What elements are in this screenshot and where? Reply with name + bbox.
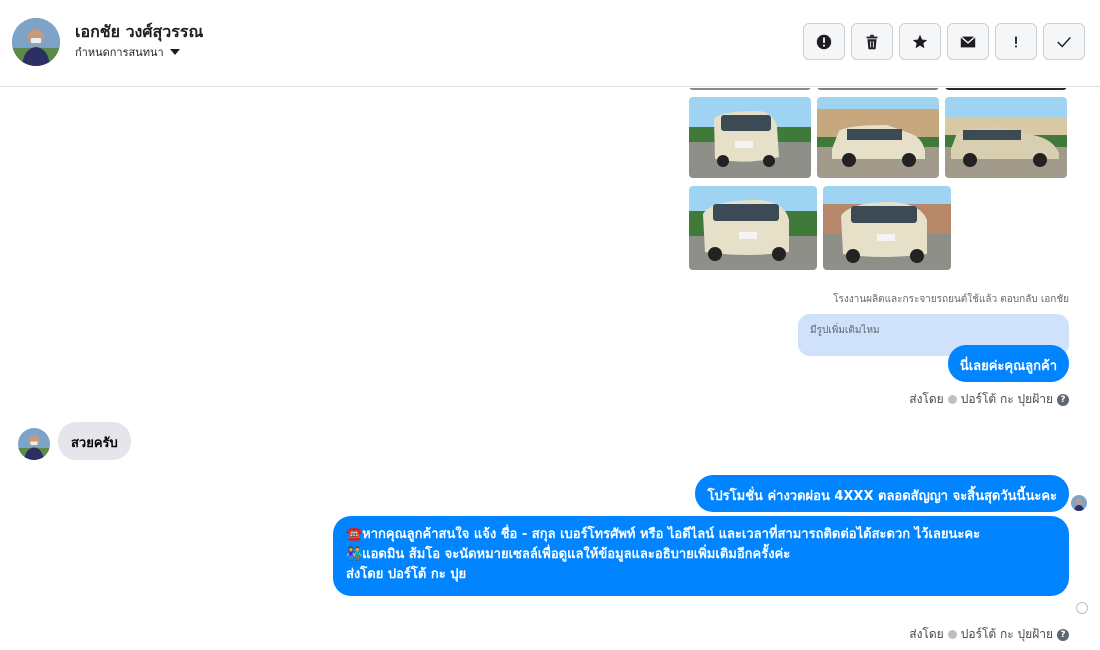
mail-icon xyxy=(960,35,976,47)
message-line: 👫แอดมิน ส้มโอ จะนัดหมายเซลล์เพื่อดูแลให้… xyxy=(346,547,791,562)
delivered-icon xyxy=(1076,602,1088,614)
conversation-header: เอกชัย วงศ์สุวรรณ กำหนดการสนทนา xyxy=(0,0,1100,87)
check-icon xyxy=(1057,36,1071,48)
help-icon[interactable]: ? xyxy=(1057,628,1069,641)
star-icon xyxy=(912,34,928,48)
conversation-label-dropdown[interactable]: กำหนดการสนทนา xyxy=(75,43,180,61)
car-photo-side-2[interactable] xyxy=(945,97,1067,178)
sent-by-line: ส่งโดย ปอร์โต้ กะ ปุยฝ้าย ? xyxy=(909,390,1069,409)
incoming-message[interactable]: สวยครับ xyxy=(58,422,131,460)
report-button[interactable] xyxy=(803,23,845,60)
sent-by-name[interactable]: ปอร์โต้ กะ ปุยฝ้าย xyxy=(961,390,1053,409)
check-circle-icon xyxy=(947,630,957,639)
star-button[interactable] xyxy=(899,23,941,60)
help-icon[interactable]: ? xyxy=(1057,393,1069,406)
car-photo[interactable] xyxy=(945,88,1067,90)
sent-by-name[interactable]: ปอร์โต้ กะ ปุยฝ้าย xyxy=(961,625,1053,644)
sent-by-label: ส่งโดย xyxy=(909,627,944,641)
car-photo-rear-gate[interactable] xyxy=(823,186,951,270)
message-line: ☎️หากคุณลูกค้าสนใจ แจ้ง ชื่อ - สกุล เบอร… xyxy=(346,527,981,542)
car-photo[interactable] xyxy=(689,88,811,90)
car-photo-rear-angle[interactable] xyxy=(689,186,817,270)
reply-meta: โรงงานผลิตและกระจายรถยนต์ใช้แล้ว ตอบกลับ… xyxy=(833,294,1069,305)
sender-avatar[interactable] xyxy=(18,428,50,460)
car-photo-side[interactable] xyxy=(817,97,939,178)
check-circle-icon xyxy=(947,395,957,404)
mark-done-button[interactable] xyxy=(1043,23,1085,60)
mark-unread-button[interactable] xyxy=(947,23,989,60)
outgoing-message[interactable]: นี่เลยค่ะคุณลูกค้า xyxy=(947,345,1069,382)
report-icon xyxy=(816,34,832,49)
caret-down-icon xyxy=(169,49,180,55)
outgoing-message[interactable]: โปรโมชั่น ค่างวดผ่อน 4XXX ตลอดสัญญา จะสิ… xyxy=(695,475,1069,512)
car-photo-rear[interactable] xyxy=(689,97,811,178)
seen-avatar xyxy=(1071,495,1087,511)
conversation-label: กำหนดการสนทนา xyxy=(75,46,164,59)
car-photo[interactable] xyxy=(817,88,939,90)
outgoing-message-long[interactable]: ☎️หากคุณลูกค้าสนใจ แจ้ง ชื่อ - สกุล เบอร… xyxy=(333,516,1069,596)
sent-by-line: ส่งโดย ปอร์โต้ กะ ปุยฝ้าย ? xyxy=(909,625,1069,644)
toolbar xyxy=(803,23,1085,60)
sent-by-label: ส่งโดย xyxy=(909,392,944,406)
message-thread[interactable]: โรงงานผลิตและกระจายรถยนต์ใช้แล้ว ตอบกลับ… xyxy=(0,88,1100,650)
contact-name[interactable]: เอกชัย วงศ์สุวรรณ xyxy=(75,20,203,45)
message-line: ส่งโดย ปอร์โต้ กะ ปุย xyxy=(346,567,467,582)
exclamation-icon xyxy=(1015,36,1017,47)
contact-avatar[interactable] xyxy=(12,18,60,66)
delete-button[interactable] xyxy=(851,23,893,60)
spam-button[interactable] xyxy=(995,23,1037,60)
trash-icon xyxy=(866,34,878,49)
